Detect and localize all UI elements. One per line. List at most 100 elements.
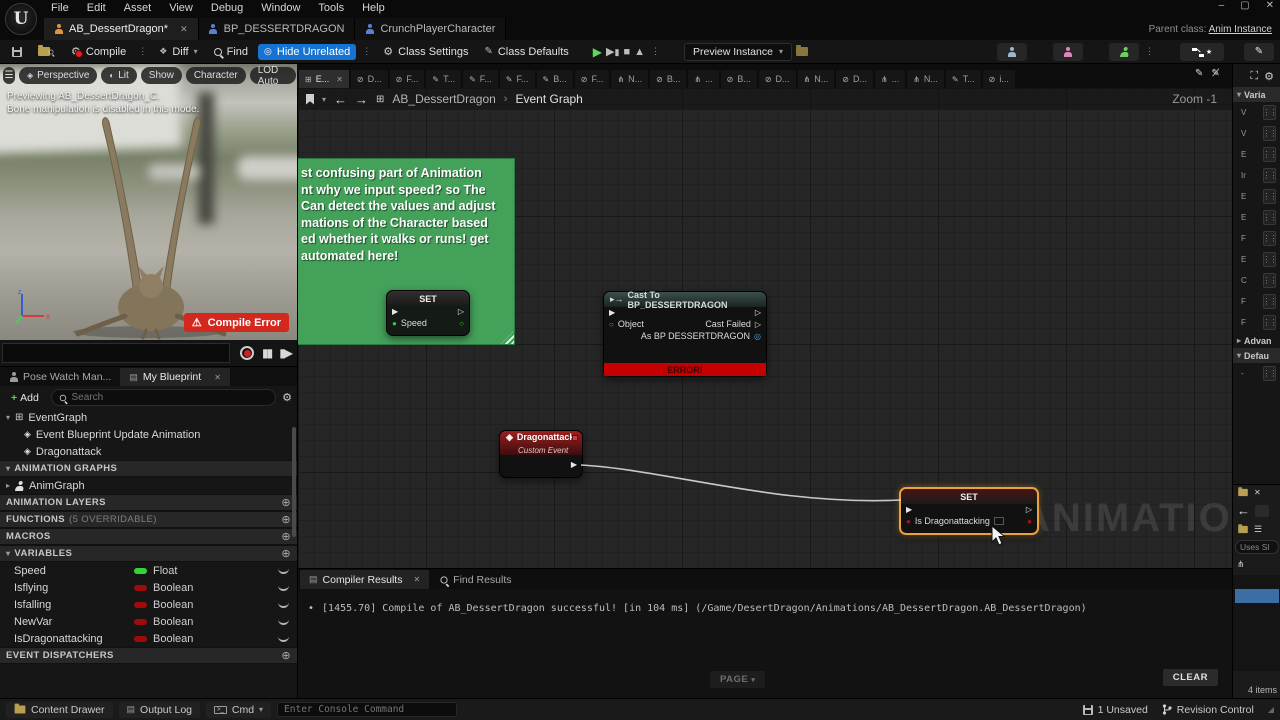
add-animation-layer-icon[interactable]: ⊕ xyxy=(281,496,291,509)
menu-window[interactable]: Window xyxy=(252,1,309,15)
eye-closed-icon[interactable] xyxy=(278,602,289,608)
perspective-dropdown[interactable]: ◈ Perspective xyxy=(18,67,98,84)
animation-options-icon[interactable]: ⋮ xyxy=(1143,46,1156,57)
cast-node[interactable]: ▸→ Cast To BP_DESSERTDRAGON ▶ ▷ ○ Object Ca… xyxy=(603,290,767,377)
mesh-mode-button[interactable] xyxy=(1053,42,1083,61)
drag-handle-icon[interactable]: ⋮⋮ xyxy=(1263,189,1278,204)
caret-down-icon[interactable]: ▾ xyxy=(6,413,10,422)
record-button[interactable] xyxy=(240,346,254,360)
preview-viewport[interactable]: ☰ ◈ Perspective ◐ Lit Show Character LOD A… xyxy=(0,64,297,340)
viewport-menu-button[interactable]: ☰ xyxy=(3,67,15,84)
selected-asset-row[interactable] xyxy=(1235,589,1279,603)
float-out-pin[interactable]: ○ xyxy=(459,319,464,328)
close-tab-icon[interactable]: ✕ xyxy=(180,24,188,35)
add-function-icon[interactable]: ⊕ xyxy=(281,513,291,526)
graph-doc-tab-6[interactable]: ✎ B... xyxy=(536,70,573,88)
as-bp-pin[interactable]: ◎ xyxy=(754,332,761,341)
tab-pose-watch-manager[interactable]: Pose Watch Man... xyxy=(0,368,120,386)
back-arrow-icon[interactable]: ← xyxy=(334,92,347,107)
details-row-dash[interactable]: - ⋮⋮ xyxy=(1233,363,1280,384)
details-row-0[interactable]: V ⋮⋮ xyxy=(1233,102,1280,123)
section-variables[interactable]: ▾ VARIABLES ⊕ xyxy=(0,545,297,562)
exec-out-pin[interactable]: ▶ xyxy=(571,460,577,469)
add-button[interactable]: + Add xyxy=(5,391,45,405)
gear-icon[interactable]: ⚙ xyxy=(1264,70,1274,83)
close-icon[interactable]: ✕ xyxy=(1254,488,1261,497)
drag-handle-icon[interactable]: ⋮⋮ xyxy=(1263,105,1278,120)
forward-arrow-icon[interactable]: → xyxy=(355,92,368,107)
eject-button[interactable]: ▲ xyxy=(634,46,645,58)
tree-item-eventgraph[interactable]: ▾ ⊞ EventGraph xyxy=(0,409,297,426)
exec-in-pin[interactable]: ▶ xyxy=(906,505,912,514)
exec-in-pin[interactable]: ▶ xyxy=(609,308,615,317)
add-dispatcher-icon[interactable]: ⊕ xyxy=(281,649,291,662)
details-row-6[interactable]: F ⋮⋮ xyxy=(1233,228,1280,249)
menu-view[interactable]: View xyxy=(160,1,202,15)
character-dropdown[interactable]: Character xyxy=(185,67,246,84)
tree-item-animgraph[interactable]: ▸ AnimGraph xyxy=(0,477,297,494)
play-button[interactable]: ▶ xyxy=(593,45,602,59)
scrollbar[interactable] xyxy=(292,427,296,537)
variable-row-speed[interactable]: Speed Float xyxy=(0,562,297,579)
hide-unrelated-button[interactable]: ◎ Hide Unrelated xyxy=(258,43,357,60)
details-section-advanced[interactable]: ▸ Advan xyxy=(1233,333,1280,348)
bool-value-checkbox[interactable] xyxy=(993,517,1004,525)
details-section-default[interactable]: ▾ Defau xyxy=(1233,348,1280,363)
compiler-log-line[interactable]: • [1455.70] Compile of AB_DessertDragon … xyxy=(298,589,1232,628)
graph-doc-tab-12[interactable]: ⊘ D... xyxy=(758,70,796,88)
graph-doc-tab-10[interactable]: ⋔... xyxy=(688,70,719,88)
minimize-button[interactable]: – xyxy=(1219,0,1225,11)
show-dropdown[interactable]: Show xyxy=(140,67,182,84)
tab-find-results[interactable]: Find Results xyxy=(431,570,520,589)
drag-handle-icon[interactable]: ⋮⋮ xyxy=(1263,294,1278,309)
drag-handle-icon[interactable]: ⋮⋮ xyxy=(1263,273,1278,288)
details-row-1[interactable]: V ⋮⋮ xyxy=(1233,123,1280,144)
filter-icon[interactable]: ☰ xyxy=(1254,524,1262,535)
maximize-button[interactable]: ▢ xyxy=(1240,0,1249,11)
tab-ab-dessertdragon[interactable]: AB_DessertDragon* ✕ xyxy=(44,18,199,40)
cmd-dropdown[interactable]: >_ Cmd ▾ xyxy=(206,701,272,718)
tab-compiler-results[interactable]: ▤ Compiler Results ✕ xyxy=(300,570,430,589)
class-settings-button[interactable]: ⚙ Class Settings xyxy=(377,43,474,60)
output-log-button[interactable]: ▤ Output Log xyxy=(118,701,201,718)
section-animation-layers[interactable]: ANIMATION LAYERS ⊕ xyxy=(0,494,297,511)
page-dropdown[interactable]: PAGE ▾ xyxy=(710,671,766,688)
pause-button[interactable]: ▮▮ xyxy=(262,346,273,360)
graph-doc-tab-3[interactable]: ✎ T... xyxy=(426,70,462,88)
variable-row-newvar[interactable]: NewVar Boolean xyxy=(0,613,297,630)
resize-grip[interactable]: ◢ xyxy=(1268,705,1274,714)
stop-button[interactable]: ■ xyxy=(623,46,630,58)
graph-doc-tab-0[interactable]: ⊞ E... ✕ xyxy=(299,70,349,88)
chevron-down-icon[interactable]: ▾ xyxy=(322,95,326,104)
timeline-track[interactable] xyxy=(2,343,230,363)
graph-doc-tab-17[interactable]: ✎ T... xyxy=(945,70,981,88)
details-row-8[interactable]: C ⋮⋮ xyxy=(1233,270,1280,291)
eye-closed-icon[interactable] xyxy=(278,636,289,642)
asset-search-filter[interactable]: Uses Sl xyxy=(1235,540,1279,554)
class-defaults-button[interactable]: ✎ Class Defaults xyxy=(478,44,574,60)
details-row-4[interactable]: E ⋮⋮ xyxy=(1233,186,1280,207)
tab-crunchplayercharacter[interactable]: CrunchPlayerCharacter xyxy=(355,18,507,40)
find-button[interactable]: Find xyxy=(208,44,254,60)
object-pin[interactable]: ○ xyxy=(609,320,614,329)
menu-help[interactable]: Help xyxy=(353,1,394,15)
add-variable-icon[interactable]: ⊕ xyxy=(281,547,291,560)
revision-control-button[interactable]: Revision Control xyxy=(1162,704,1254,716)
details-row-3[interactable]: Ir ⋮⋮ xyxy=(1233,165,1280,186)
caret-right-icon[interactable]: ▸ xyxy=(6,481,10,490)
resize-grip[interactable] xyxy=(501,331,514,344)
browse-button[interactable] xyxy=(32,45,61,58)
variable-row-isdragonattacking[interactable]: IsDragonattacking Boolean xyxy=(0,630,297,647)
drag-handle-icon[interactable]: ⋮⋮ xyxy=(1263,231,1278,246)
panel-icon[interactable]: ⛶ xyxy=(1250,70,1258,83)
exec-out-pin[interactable]: ▷ xyxy=(755,308,761,317)
console-command-input[interactable] xyxy=(277,702,458,717)
unsaved-indicator[interactable]: 1 Unsaved xyxy=(1082,704,1148,716)
graph-doc-tab-2[interactable]: ⊘ F... xyxy=(389,70,425,88)
eye-closed-icon[interactable] xyxy=(278,585,289,591)
menu-asset[interactable]: Asset xyxy=(115,1,161,15)
graph-doc-tab-4[interactable]: ✎ F... xyxy=(463,70,498,88)
save-button[interactable] xyxy=(6,45,28,59)
debug-filter-button[interactable]: ✎ xyxy=(1244,42,1274,61)
graph-doc-tab-14[interactable]: ⊘ D... xyxy=(836,70,873,88)
